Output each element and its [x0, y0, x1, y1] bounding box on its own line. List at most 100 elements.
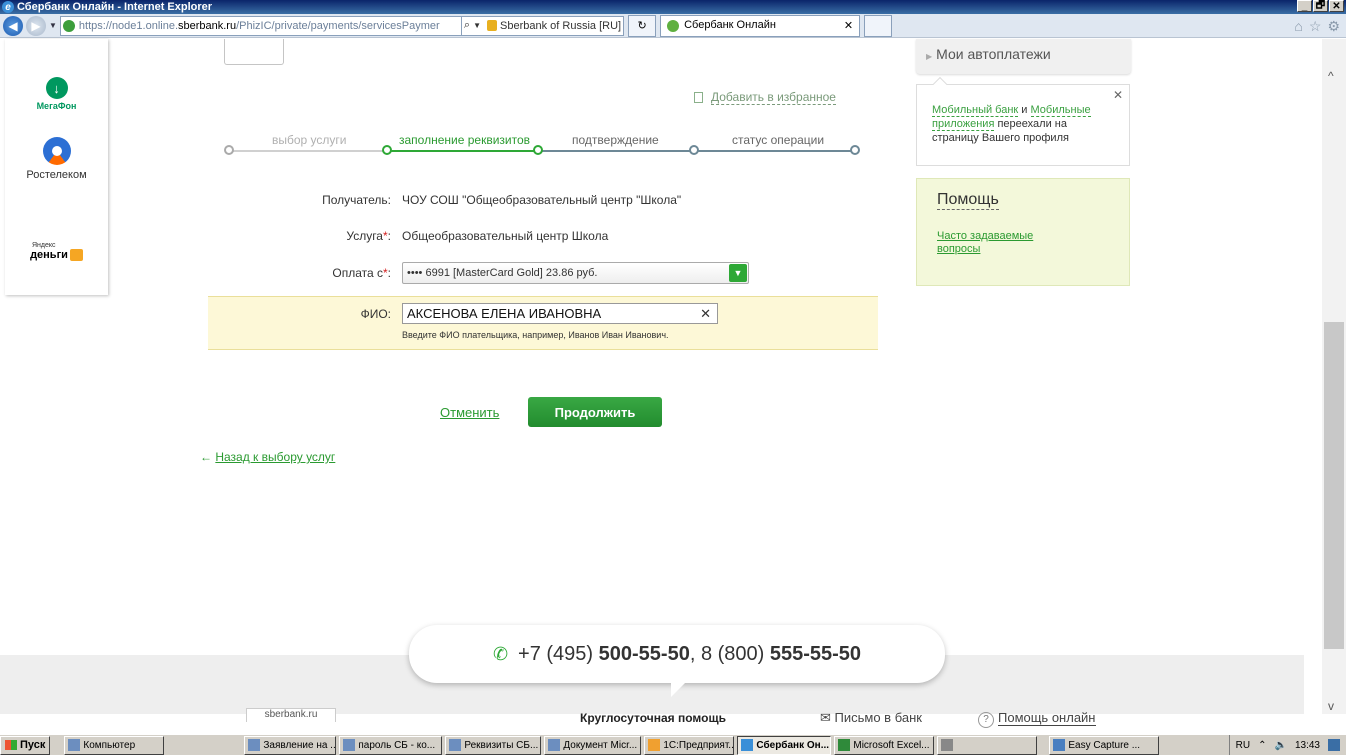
- search-icon[interactable]: ⌕: [464, 19, 470, 32]
- provider-yandex-money[interactable]: Яндекс деньги: [5, 242, 108, 262]
- clear-icon[interactable]: ✕: [700, 306, 711, 322]
- taskbar-item[interactable]: Заявление на ...: [244, 735, 337, 755]
- provider-megafon[interactable]: ↓ МегаФон: [5, 77, 108, 111]
- taskbar-item[interactable]: Реквизиты СБ...: [445, 735, 542, 755]
- forward-icon[interactable]: ▶: [26, 15, 46, 36]
- start-button[interactable]: Пуск: [0, 735, 51, 755]
- home-icon[interactable]: ⌂: [1294, 18, 1302, 35]
- address-bar[interactable]: https://node1.online. sberbank.ru/PhizIC/…: [59, 15, 462, 36]
- service-label-text: Услуга: [346, 229, 383, 243]
- address-dropdown-icon[interactable]: ▼: [473, 21, 481, 30]
- lock-icon[interactable]: [487, 20, 498, 31]
- cancel-link[interactable]: Отменить: [440, 405, 499, 420]
- site-icon: [62, 19, 75, 32]
- vertical-scrollbar[interactable]: ^ v: [1322, 39, 1346, 714]
- tab-favicon-icon: [667, 19, 680, 32]
- refresh-button[interactable]: ↻: [628, 14, 657, 37]
- add-to-favorites[interactable]: Добавить в избранное: [694, 90, 836, 105]
- step-label-4: статус операции: [732, 133, 825, 147]
- language-indicator[interactable]: RU: [1236, 740, 1250, 751]
- tab-close-icon[interactable]: ✕: [844, 19, 853, 32]
- taskbar-item[interactable]: Компьютер: [64, 735, 165, 755]
- yandex-money-label: деньги: [30, 249, 68, 261]
- close-window-button[interactable]: ✕: [1329, 0, 1344, 12]
- maximize-button[interactable]: 🗗: [1313, 0, 1328, 12]
- mail-bank-link[interactable]: ✉ Письмо в банк: [820, 710, 922, 726]
- tray-expand-icon[interactable]: ⌃: [1258, 740, 1266, 751]
- taskbar-item-active[interactable]: Сбербанк Он...: [737, 735, 832, 755]
- help-title[interactable]: Помощь: [937, 191, 999, 210]
- taskbar-item[interactable]: Документ Micr...: [544, 735, 642, 755]
- progress-steps: выбор услуги заполнение реквизитов подтв…: [224, 130, 864, 160]
- word-icon: [449, 739, 462, 751]
- taskbar-item[interactable]: пароль СБ - ко...: [339, 735, 443, 755]
- taskbar-item-label: Реквизиты СБ...: [464, 739, 539, 751]
- recipient-label: Получатель:: [322, 193, 391, 207]
- phone-icon: ✆: [492, 643, 509, 664]
- scrollbar-thumb[interactable]: [1324, 322, 1344, 649]
- help-online-link[interactable]: ? Помощь онлайн: [978, 710, 1096, 728]
- service-label: Услуга*:: [346, 229, 391, 243]
- step-dot-2: [382, 145, 392, 155]
- service-value: Общеобразовательный центр Школа: [402, 229, 609, 243]
- certificate-label[interactable]: Sberbank of Russia [RU]: [500, 20, 621, 32]
- step-dot-5: [850, 145, 860, 155]
- phone1-number: 500-55-50: [598, 642, 690, 665]
- taskbar-item-label: пароль СБ - ко...: [358, 739, 436, 751]
- step-label-1: выбор услуги: [272, 133, 347, 147]
- scroll-down-icon[interactable]: v: [1328, 699, 1334, 713]
- wallet-icon: [69, 249, 83, 262]
- word-icon: [343, 739, 356, 751]
- site-tab[interactable]: sberbank.ru: [246, 708, 336, 722]
- minimize-button[interactable]: _: [1297, 0, 1312, 12]
- window-title: Сбербанк Онлайн - Internet Explorer: [17, 1, 213, 13]
- history-dropdown-icon[interactable]: ▼: [49, 21, 57, 30]
- notice-tip: [932, 76, 948, 92]
- help-online-text: Помощь онлайн: [998, 710, 1096, 726]
- taskbar-item-label: Документ Micr...: [563, 739, 638, 751]
- taskbar-item-label: Компьютер: [83, 739, 136, 751]
- step-dot-4: [689, 145, 699, 155]
- volume-icon[interactable]: 🔈: [1275, 740, 1287, 751]
- taskbar-item-label: 1С:Предприят...: [663, 739, 735, 751]
- settings-gear-icon[interactable]: ⚙: [1327, 18, 1340, 35]
- favorites-link: Добавить в избранное: [711, 90, 836, 105]
- taskbar-item-label: Microsoft Excel...: [853, 739, 930, 751]
- my-autopayments[interactable]: ▶ Мои автоплатежи: [916, 39, 1131, 74]
- continue-button[interactable]: Продолжить: [528, 397, 662, 427]
- fio-label: ФИО:: [360, 307, 391, 321]
- browser-tab-active[interactable]: Сбербанк Онлайн ✕: [660, 14, 861, 37]
- step-label-3: подтверждение: [572, 133, 659, 147]
- mobile-bank-notice: ✕ Мобильный банк и Мобильные приложения …: [916, 76, 1130, 166]
- mobile-bank-link[interactable]: Мобильный банк: [932, 104, 1019, 117]
- fio-input[interactable]: АКСЕНОВА ЕЛЕНА ИВАНОВНА ✕: [402, 303, 718, 324]
- close-icon[interactable]: ✕: [1113, 88, 1123, 102]
- new-tab-button[interactable]: [864, 14, 893, 37]
- taskbar-item[interactable]: 1С:Предприят...: [644, 735, 735, 755]
- phone-bubble: ✆ +7 (495) 500-55-50, 8 (800) 555-55-50: [409, 625, 945, 697]
- taskbar-item[interactable]: [937, 735, 1038, 755]
- start-label: Пуск: [20, 739, 46, 751]
- system-tray: RU ⌃ 🔈 13:43: [1228, 735, 1346, 755]
- back-icon[interactable]: ◀: [3, 15, 23, 36]
- faq-link[interactable]: Часто задаваемые вопросы: [937, 230, 1047, 256]
- clock[interactable]: 13:43: [1295, 740, 1320, 751]
- favorites-star-icon[interactable]: ☆: [1309, 18, 1322, 35]
- provider-rostelecom[interactable]: Ростелеком: [5, 137, 108, 181]
- scroll-up-icon[interactable]: ^: [1328, 69, 1334, 83]
- taskbar-item-label: Заявление на ...: [263, 739, 337, 751]
- payment-label-text: Оплата с: [332, 266, 383, 280]
- payment-card-select[interactable]: •••• 6991 [MasterCard Gold] 23.86 руб. ▼: [402, 262, 749, 284]
- colon: :: [387, 229, 391, 243]
- megafon-label: МегаФон: [36, 101, 77, 111]
- show-desktop-icon[interactable]: [1328, 739, 1340, 751]
- step-track-done: [229, 150, 384, 152]
- fio-input-value: АКСЕНОВА ЕЛЕНА ИВАНОВНА: [407, 306, 602, 321]
- payment-card-value: •••• 6991 [MasterCard Gold] 23.86 руб.: [407, 267, 598, 279]
- chevron-down-icon[interactable]: ▼: [729, 264, 747, 282]
- taskbar-item[interactable]: Easy Capture ...: [1049, 735, 1160, 755]
- tab-title: Сбербанк Онлайн: [684, 19, 776, 32]
- taskbar-item[interactable]: Microsoft Excel...: [834, 735, 935, 755]
- windows-taskbar: Пуск Компьютер Заявление на ... пароль С…: [0, 734, 1346, 755]
- back-to-services-link[interactable]: ← Назад к выбору услуг: [200, 450, 335, 464]
